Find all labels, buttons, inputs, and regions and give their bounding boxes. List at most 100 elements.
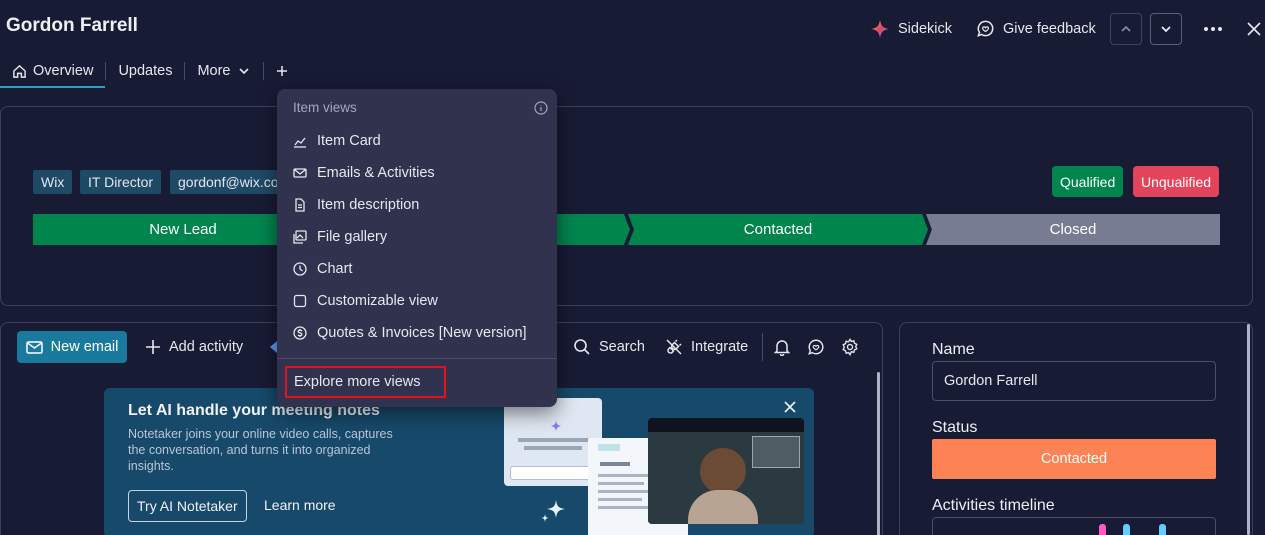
menu-item-item-card[interactable]: Item Card <box>293 129 381 153</box>
sidekick-button[interactable]: Sidekick <box>870 19 952 39</box>
chevron-down-icon <box>1159 22 1173 36</box>
next-item-button[interactable] <box>1150 13 1182 45</box>
menu-item-file-gallery[interactable]: File gallery <box>293 225 387 249</box>
placeholder-tab <box>598 444 620 451</box>
plus-icon <box>276 65 288 77</box>
placeholder-line <box>524 446 582 450</box>
stage-contacted[interactable]: Contacted <box>628 214 928 245</box>
add-activity-button[interactable]: Add activity <box>145 331 243 363</box>
chart-card-icon <box>293 134 307 148</box>
plug-icon <box>665 338 683 356</box>
search-button[interactable]: Search <box>573 331 645 363</box>
give-feedback-button[interactable]: Give feedback <box>976 19 1096 38</box>
ai-chat-input-illustration <box>510 466 596 480</box>
toolbar-divider <box>762 333 763 361</box>
menu-header: Item views <box>293 100 357 115</box>
banner-description: Notetaker joins your online video calls,… <box>128 427 393 473</box>
placeholder-line <box>600 462 630 466</box>
details-scrollbar[interactable] <box>1247 324 1250 535</box>
tab-more[interactable]: More <box>185 54 262 88</box>
add-activity-label: Add activity <box>169 339 244 355</box>
status-dropdown[interactable]: Contacted <box>932 439 1216 479</box>
mail-icon <box>293 166 307 180</box>
tab-more-label: More <box>197 63 231 79</box>
timeline-marker[interactable] <box>1123 524 1130 535</box>
feedback-icon <box>976 19 995 38</box>
item-summary-card <box>0 106 1253 306</box>
search-label: Search <box>599 339 645 355</box>
placeholder-line <box>598 490 650 493</box>
sparkle-icon <box>550 420 562 432</box>
square-icon <box>293 294 307 308</box>
search-icon <box>573 338 591 356</box>
new-email-button[interactable]: New email <box>17 331 127 363</box>
menu-item-quotes-invoices[interactable]: Quotes & Invoices [New version] <box>293 321 527 345</box>
mail-icon <box>25 340 43 354</box>
tag-email[interactable]: gordonf@wix.co <box>170 170 280 194</box>
timeline-marker[interactable] <box>1099 524 1106 535</box>
menu-item-label: Chart <box>317 261 353 277</box>
activities-timeline-label: Activities timeline <box>932 497 1055 514</box>
more-options-icon[interactable] <box>1203 20 1223 38</box>
placeholder-line <box>598 482 644 485</box>
sidekick-label: Sidekick <box>898 21 952 37</box>
add-view-button[interactable] <box>264 54 300 88</box>
status-label: Status <box>932 419 978 436</box>
name-field[interactable]: Gordon Farrell <box>932 361 1216 401</box>
try-ai-notetaker-button[interactable]: Try AI Notetaker <box>128 490 247 522</box>
participant-illustration <box>700 448 746 494</box>
close-icon[interactable] <box>1246 21 1262 37</box>
ai-notetaker-banner: Let AI handle your meeting notes Notetak… <box>104 388 814 535</box>
menu-item-label: Item Card <box>317 133 381 149</box>
tab-updates[interactable]: Updates <box>106 54 184 88</box>
menu-item-customizable-view[interactable]: Customizable view <box>293 289 438 313</box>
chevron-down-icon <box>237 64 251 78</box>
new-email-label: New email <box>50 339 119 355</box>
clock-chart-icon <box>293 262 307 276</box>
sparkle-icon <box>540 498 566 524</box>
timeline-marker[interactable] <box>1159 524 1166 535</box>
menu-item-chart[interactable]: Chart <box>293 257 352 281</box>
menu-item-label: Customizable view <box>317 293 438 309</box>
learn-more-link[interactable]: Learn more <box>264 497 336 513</box>
menu-item-label: Emails & Activities <box>317 165 435 181</box>
placeholder-line <box>518 438 588 442</box>
document-icon <box>293 198 307 212</box>
menu-item-label: Quotes & Invoices [New version] <box>317 325 527 341</box>
tab-overview[interactable]: Overview <box>0 54 106 88</box>
plus-icon <box>145 339 161 355</box>
item-views-menu: Item views Item Card Emails & Activities… <box>277 89 557 407</box>
integrate-label: Integrate <box>691 339 749 355</box>
tag-company[interactable]: Wix <box>33 170 73 194</box>
placeholder-line <box>598 498 642 501</box>
bell-icon[interactable] <box>773 338 791 356</box>
home-icon <box>12 64 27 79</box>
qualified-button[interactable]: Qualified <box>1052 166 1124 197</box>
tab-bar: Overview Updates More <box>0 54 300 88</box>
menu-item-emails-activities[interactable]: Emails & Activities <box>293 161 435 185</box>
integrate-button[interactable]: Integrate <box>665 331 748 363</box>
close-icon[interactable] <box>784 401 796 413</box>
video-call-illustration <box>648 418 804 524</box>
sparkle-icon <box>870 19 890 39</box>
name-label: Name <box>932 341 975 358</box>
tag-title[interactable]: IT Director <box>80 170 162 194</box>
explore-more-views-button[interactable]: Explore more views <box>285 366 446 398</box>
chevron-up-icon <box>1119 22 1133 36</box>
feedback-label: Give feedback <box>1003 20 1096 37</box>
menu-divider <box>277 358 557 359</box>
info-icon[interactable] <box>534 101 548 115</box>
activities-timeline <box>932 517 1216 535</box>
stage-closed[interactable]: Closed <box>926 214 1220 245</box>
previous-item-button[interactable] <box>1110 13 1142 45</box>
menu-item-item-description[interactable]: Item description <box>293 193 419 217</box>
unqualified-button[interactable]: Unqualified <box>1133 166 1220 197</box>
activity-scrollbar[interactable] <box>877 372 880 535</box>
gear-icon[interactable] <box>841 338 859 356</box>
dollar-icon <box>293 326 307 340</box>
gallery-icon <box>293 230 307 244</box>
menu-item-label: Item description <box>317 197 420 213</box>
menu-item-label: File gallery <box>317 229 388 245</box>
feedback-icon[interactable] <box>807 338 825 356</box>
tab-updates-label: Updates <box>118 63 173 79</box>
